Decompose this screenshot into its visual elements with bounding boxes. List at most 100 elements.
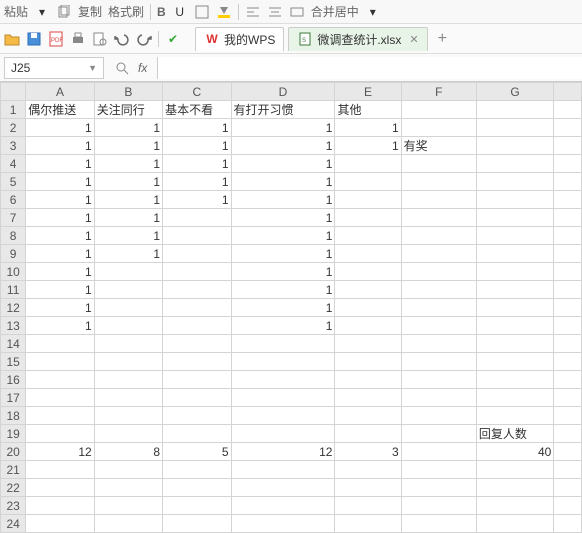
cell[interactable]: [554, 317, 582, 335]
cell[interactable]: [94, 479, 162, 497]
row-header[interactable]: 21: [1, 461, 26, 479]
print-icon[interactable]: [70, 31, 86, 47]
fill-color-icon[interactable]: [216, 4, 232, 20]
cell[interactable]: [476, 371, 553, 389]
cell[interactable]: [554, 191, 582, 209]
cell[interactable]: [335, 479, 401, 497]
cell[interactable]: 1: [26, 191, 94, 209]
cell[interactable]: 1: [231, 137, 335, 155]
cell[interactable]: 1: [26, 137, 94, 155]
row-header[interactable]: 24: [1, 515, 26, 533]
copy-button[interactable]: 复制: [78, 3, 102, 20]
row-header[interactable]: 20: [1, 443, 26, 461]
cell[interactable]: [476, 299, 553, 317]
cell[interactable]: [26, 335, 94, 353]
cell[interactable]: [231, 371, 335, 389]
cell[interactable]: [335, 497, 401, 515]
cell[interactable]: [231, 425, 335, 443]
cell[interactable]: [401, 155, 476, 173]
row-header[interactable]: 10: [1, 263, 26, 281]
row-header[interactable]: 16: [1, 371, 26, 389]
cell[interactable]: [476, 461, 553, 479]
cell[interactable]: 1: [163, 137, 231, 155]
cell[interactable]: [335, 515, 401, 533]
name-box[interactable]: J25 ▼: [4, 57, 104, 79]
cell[interactable]: 1: [26, 227, 94, 245]
cell[interactable]: [476, 353, 553, 371]
cell[interactable]: [401, 515, 476, 533]
cell[interactable]: 1: [231, 191, 335, 209]
cell[interactable]: [335, 389, 401, 407]
format-painter-button[interactable]: 格式刷: [108, 3, 144, 20]
cell[interactable]: 1: [231, 209, 335, 227]
cell[interactable]: [163, 353, 231, 371]
cell[interactable]: [231, 479, 335, 497]
cell[interactable]: 1: [26, 119, 94, 137]
cell[interactable]: 1: [231, 245, 335, 263]
cell[interactable]: 有打开习惯: [231, 101, 335, 119]
tab-file[interactable]: S 微调查统计.xlsx ✕: [288, 27, 427, 51]
cell[interactable]: [401, 461, 476, 479]
cell[interactable]: 5: [163, 443, 231, 461]
cell[interactable]: [401, 191, 476, 209]
cell[interactable]: [554, 209, 582, 227]
cell[interactable]: [94, 497, 162, 515]
cell[interactable]: [26, 353, 94, 371]
cell[interactable]: [335, 245, 401, 263]
cell[interactable]: [335, 317, 401, 335]
cell[interactable]: 3: [335, 443, 401, 461]
column-header[interactable]: B: [94, 83, 162, 101]
cell[interactable]: [231, 335, 335, 353]
column-header[interactable]: G: [476, 83, 553, 101]
cell[interactable]: 1: [26, 209, 94, 227]
cell[interactable]: [476, 263, 553, 281]
cell[interactable]: 1: [163, 173, 231, 191]
cell[interactable]: 1: [163, 155, 231, 173]
cell[interactable]: [401, 443, 476, 461]
cell[interactable]: [476, 101, 553, 119]
column-header[interactable]: E: [335, 83, 401, 101]
row-header[interactable]: 17: [1, 389, 26, 407]
cell[interactable]: 1: [94, 227, 162, 245]
row-header[interactable]: 8: [1, 227, 26, 245]
cell[interactable]: [401, 227, 476, 245]
cell[interactable]: [26, 497, 94, 515]
cell[interactable]: [476, 497, 553, 515]
cell[interactable]: [554, 299, 582, 317]
chevron-down-icon[interactable]: ▼: [88, 63, 97, 73]
row-header[interactable]: 5: [1, 173, 26, 191]
row-header[interactable]: 15: [1, 353, 26, 371]
cell[interactable]: [335, 281, 401, 299]
tab-wps-home[interactable]: W 我的WPS: [195, 27, 284, 51]
cell[interactable]: 1: [94, 173, 162, 191]
cell[interactable]: [94, 353, 162, 371]
cell[interactable]: [554, 389, 582, 407]
cell[interactable]: [401, 335, 476, 353]
copy-icon[interactable]: [56, 4, 72, 20]
cell[interactable]: [163, 263, 231, 281]
cell[interactable]: [401, 317, 476, 335]
cell[interactable]: [335, 299, 401, 317]
row-header[interactable]: 6: [1, 191, 26, 209]
cell[interactable]: 回复人数: [476, 425, 553, 443]
column-header[interactable]: F: [401, 83, 476, 101]
fx-label[interactable]: fx: [138, 61, 147, 75]
align-center-icon[interactable]: [267, 4, 283, 20]
cell[interactable]: [335, 335, 401, 353]
cell[interactable]: 1: [231, 155, 335, 173]
cell[interactable]: 1: [26, 155, 94, 173]
column-header[interactable]: C: [163, 83, 231, 101]
cell[interactable]: [163, 389, 231, 407]
row-header[interactable]: 14: [1, 335, 26, 353]
cell[interactable]: [335, 407, 401, 425]
cell[interactable]: [335, 425, 401, 443]
underline-icon[interactable]: U: [172, 4, 188, 20]
cell[interactable]: 关注同行: [94, 101, 162, 119]
cell[interactable]: [163, 479, 231, 497]
cell[interactable]: 1: [26, 317, 94, 335]
cell[interactable]: 1: [335, 137, 401, 155]
cell[interactable]: [163, 515, 231, 533]
cell[interactable]: [335, 209, 401, 227]
cell[interactable]: [163, 227, 231, 245]
column-header[interactable]: A: [26, 83, 94, 101]
